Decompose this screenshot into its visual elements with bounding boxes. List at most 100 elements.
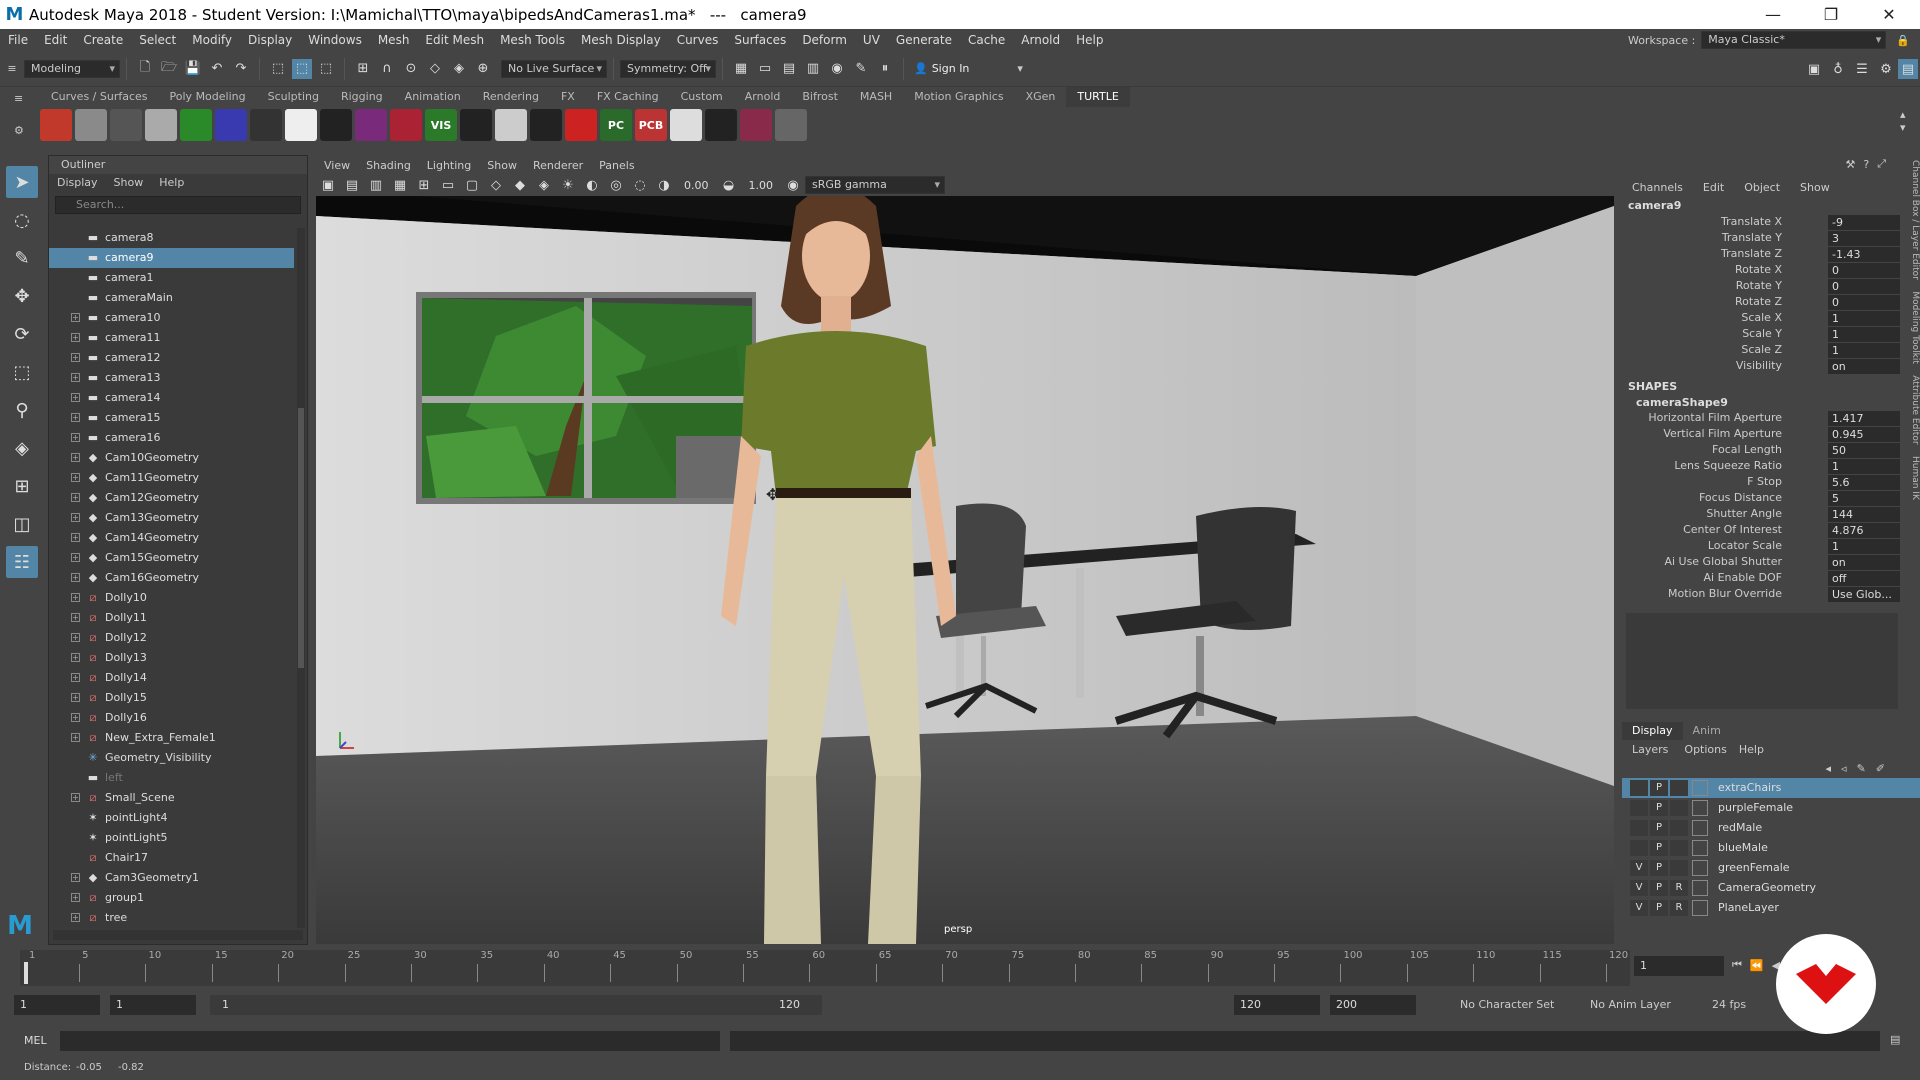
render-frame-icon[interactable]: ▭ <box>755 59 775 79</box>
layer-toggle-p[interactable]: P <box>1650 860 1668 876</box>
channel-value[interactable]: 144 <box>1828 507 1900 522</box>
expand-icon[interactable]: + <box>71 433 80 442</box>
range-slider[interactable]: 1 120 <box>210 995 822 1015</box>
outliner-item[interactable]: + ▬ camera12 <box>49 348 294 368</box>
color-management-icon[interactable]: ◉ <box>783 175 803 195</box>
layer-toggle-v[interactable]: V <box>1630 860 1648 876</box>
layer-toggle-v[interactable]: V <box>1630 880 1648 896</box>
shadows-icon[interactable]: ◐ <box>582 175 602 195</box>
expand-icon[interactable]: + <box>71 713 80 722</box>
select-camera-icon[interactable]: ▣ <box>318 175 338 195</box>
channel-box-tool-icon[interactable]: ⚒ <box>1845 158 1855 171</box>
anim-layer-field[interactable]: No Anim Layer <box>1590 998 1671 1011</box>
shelf-button-icon[interactable] <box>215 109 247 141</box>
xray-icon[interactable]: ◌ <box>630 175 650 195</box>
shelf-tab-sculpting[interactable]: Sculpting <box>257 87 330 107</box>
layer-color-swatch[interactable] <box>1692 820 1708 836</box>
expand-icon[interactable]: + <box>71 513 80 522</box>
channel-value[interactable]: 1.417 <box>1828 411 1900 426</box>
single-view-icon[interactable]: ◈ <box>6 432 38 464</box>
channel-value[interactable]: 1 <box>1828 311 1900 326</box>
shelf-button-icon[interactable] <box>250 109 282 141</box>
side-tabs[interactable]: Channel Box / Layer Editor Modeling Tool… <box>1904 160 1920 620</box>
animation-end-field[interactable]: 200 <box>1330 995 1416 1015</box>
shelf-tab-animation[interactable]: Animation <box>394 87 472 107</box>
channel-box-layout-icon[interactable]: ⤢ <box>1877 157 1886 171</box>
outliner-item[interactable]: + ⧄ Dolly16 <box>49 708 294 728</box>
outliner-item[interactable]: + ⧄ New_Extra_Female1 <box>49 728 294 748</box>
outliner-item[interactable]: + ⧄ Dolly11 <box>49 608 294 628</box>
outliner-scrollbar-thumb[interactable] <box>298 408 304 668</box>
expand-icon[interactable]: + <box>71 333 80 342</box>
channel-name[interactable]: F Stop <box>1747 475 1782 488</box>
layer-toggle-v[interactable] <box>1630 800 1648 816</box>
channel-name[interactable]: Translate X <box>1721 215 1782 228</box>
menu-deform[interactable]: Deform <box>794 29 855 51</box>
shelf-button-icon[interactable] <box>40 109 72 141</box>
channel-value[interactable]: 50 <box>1828 443 1900 458</box>
menu-help[interactable]: Help <box>1068 29 1111 51</box>
outliner-search-input[interactable]: Search... <box>55 196 301 214</box>
range-thumb-end[interactable]: 120 <box>779 995 800 1015</box>
shelf-button-icon[interactable]: PC <box>600 109 632 141</box>
wireframe-icon[interactable]: ◇ <box>486 175 506 195</box>
symmetry-dropdown[interactable]: Symmetry: Off <box>620 59 716 78</box>
expand-icon[interactable]: + <box>71 673 80 682</box>
layer-toggle-v[interactable] <box>1630 840 1648 856</box>
layer-toggle-r[interactable] <box>1670 780 1688 796</box>
channel-name[interactable]: Focus Distance <box>1699 491 1782 504</box>
outliner-item[interactable]: ⧄ Chair17 <box>49 848 294 868</box>
attribute-editor-icon[interactable]: ☰ <box>1852 59 1872 79</box>
help-menu[interactable]: Help <box>1733 743 1770 756</box>
menu-generate[interactable]: Generate <box>888 29 960 51</box>
layer-color-swatch[interactable] <box>1692 840 1708 856</box>
snap-view-icon[interactable]: ◇ <box>425 59 445 79</box>
layer-row[interactable]: V P R PlaneLayer <box>1622 898 1920 918</box>
layer-toggle-p[interactable]: P <box>1650 840 1668 856</box>
scale-tool-icon[interactable]: ⬚ <box>6 356 38 388</box>
menu-modify[interactable]: Modify <box>184 29 240 51</box>
menu-create[interactable]: Create <box>75 29 131 51</box>
channel-name[interactable]: Horizontal Film Aperture <box>1648 411 1782 424</box>
layer-row[interactable]: V PgreenFemale <box>1622 858 1920 878</box>
snap-pivot-icon[interactable]: ⊕ <box>473 59 493 79</box>
layer-toggle-p[interactable]: P <box>1650 780 1668 796</box>
shelf-button-icon[interactable] <box>285 109 317 141</box>
isolate-icon[interactable]: ◎ <box>606 175 626 195</box>
channel-value[interactable]: -9 <box>1828 215 1900 230</box>
channel-name[interactable]: Lens Squeeze Ratio <box>1674 459 1782 472</box>
layer-toggle-r[interactable]: R <box>1670 900 1688 916</box>
outliner-item[interactable]: ▬ left <box>49 768 294 788</box>
undo-icon[interactable]: ↶ <box>207 59 227 79</box>
outliner-item[interactable]: + ▬ camera14 <box>49 388 294 408</box>
menu-file[interactable]: File <box>0 29 36 51</box>
channel-value[interactable]: 1 <box>1828 459 1900 474</box>
expand-icon[interactable]: + <box>71 353 80 362</box>
shelf-scroll-icon[interactable]: ▴ ▾ <box>1900 108 1912 134</box>
colorspace-dropdown[interactable]: sRGB gamma <box>805 176 945 194</box>
menu-cache[interactable]: Cache <box>960 29 1013 51</box>
textured-icon[interactable]: ◈ <box>534 175 554 195</box>
bookmark-icon[interactable]: ▥ <box>366 175 386 195</box>
layer-row[interactable]: PblueMale <box>1622 838 1920 858</box>
outliner-item[interactable]: ▬ camera1 <box>49 268 294 288</box>
modeling-toolkit-icon[interactable]: ▣ <box>1804 59 1824 79</box>
viewport-menu-view[interactable]: View <box>316 157 358 175</box>
outliner-item[interactable]: + ◆ Cam13Geometry <box>49 508 294 528</box>
shelf-tab-rendering[interactable]: Rendering <box>472 87 550 107</box>
outliner-item[interactable]: + ⧄ Dolly14 <box>49 668 294 688</box>
channel-value[interactable]: 0 <box>1828 279 1900 294</box>
outliner-item[interactable]: ▬ cameraMain <box>49 288 294 308</box>
layer-toggle-p[interactable]: P <box>1650 900 1668 916</box>
shelf-tab-fx-caching[interactable]: FX Caching <box>586 87 670 107</box>
expand-icon[interactable]: + <box>71 373 80 382</box>
tab-anim[interactable]: Anim <box>1683 722 1731 740</box>
menu-surfaces[interactable]: Surfaces <box>726 29 794 51</box>
save-scene-icon[interactable]: 💾 <box>183 59 203 79</box>
outliner-menu-display[interactable]: Display <box>49 174 106 192</box>
outliner-item[interactable]: + ⧄ group1 <box>49 888 294 908</box>
outliner-item[interactable]: + ▬ camera11 <box>49 328 294 348</box>
last-tool-icon[interactable]: ⚲ <box>6 394 38 426</box>
channel-name[interactable]: Scale X <box>1741 311 1782 324</box>
viewport-3d[interactable]: ✥ persp <box>316 196 1614 944</box>
